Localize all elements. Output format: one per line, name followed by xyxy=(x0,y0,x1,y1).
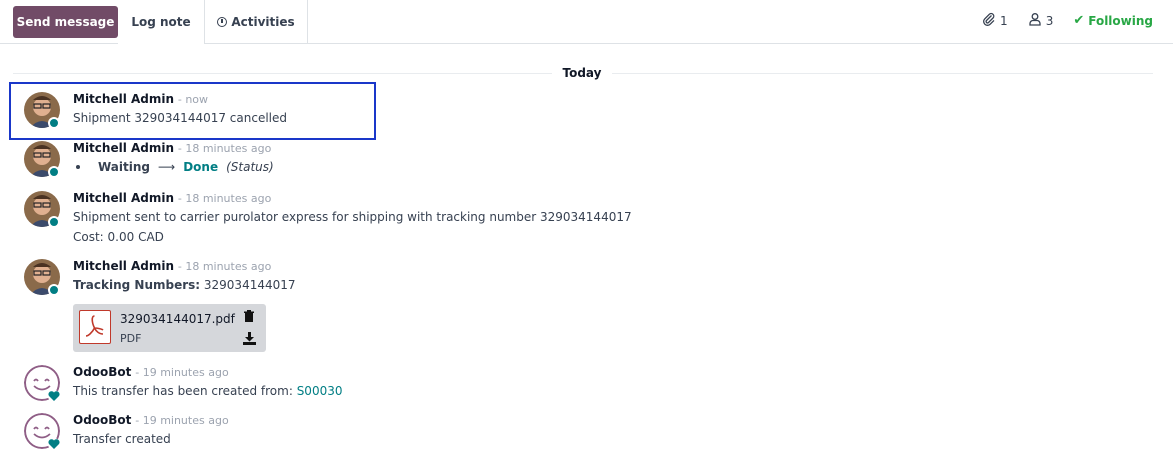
user-icon xyxy=(1028,12,1042,29)
followers-count: 3 xyxy=(1045,13,1054,28)
message-time: - 18 minutes ago xyxy=(177,192,272,205)
online-status-indicator xyxy=(48,216,60,228)
message-author[interactable]: OdooBot xyxy=(73,365,131,379)
message-text: Transfer created xyxy=(73,432,171,446)
online-status-indicator xyxy=(48,284,60,296)
message-text-cost: Cost: 0.00 CAD xyxy=(73,230,164,244)
chatter-topbar: Send message Log note Activities 1 3 ✔ F… xyxy=(0,0,1173,44)
attachments-count: 1 xyxy=(1000,13,1008,28)
clock-icon xyxy=(217,17,228,27)
tracking-new-value: Done xyxy=(183,160,219,174)
tracking-numbers-label: Tracking Numbers: xyxy=(73,278,201,292)
paperclip-icon xyxy=(982,12,996,29)
tracking-value-change: Waiting ⟶ Done (Status) xyxy=(73,160,913,174)
activities-label: Activities xyxy=(231,15,295,29)
message-item: OdooBot - 19 minutes ago Transfer create… xyxy=(24,413,924,453)
followers-button[interactable]: 3 xyxy=(1028,12,1054,29)
following-button[interactable]: ✔ Following xyxy=(1073,13,1153,28)
online-status-indicator xyxy=(48,117,60,129)
tracking-old-value: Waiting xyxy=(98,160,151,174)
message-time: - 19 minutes ago xyxy=(135,366,229,379)
message-item: Mitchell Admin - now Shipment 3290341440… xyxy=(24,92,924,132)
message-time: - 19 minutes ago xyxy=(135,414,229,427)
message-time: - 18 minutes ago xyxy=(177,142,272,155)
heart-icon xyxy=(48,390,60,402)
download-icon[interactable] xyxy=(243,332,257,346)
message-author[interactable]: Mitchell Admin xyxy=(73,141,174,155)
message-item: Mitchell Admin - 18 minutes ago Tracking… xyxy=(24,259,924,354)
message-time: - 18 minutes ago xyxy=(177,260,272,273)
message-author[interactable]: Mitchell Admin xyxy=(73,259,174,273)
online-status-indicator xyxy=(48,166,60,178)
day-separator-label: Today xyxy=(552,66,612,80)
message-text: This transfer has been created from: S00… xyxy=(73,384,913,398)
source-order-link[interactable]: S00030 xyxy=(297,384,343,398)
send-message-button[interactable]: Send message xyxy=(13,6,118,38)
activities-tab[interactable]: Activities xyxy=(204,0,308,44)
log-note-tab[interactable]: Log note xyxy=(118,0,204,44)
bullet xyxy=(76,165,80,169)
attachments-button[interactable]: 1 xyxy=(982,12,1008,29)
tracking-field-name: (Status) xyxy=(226,160,274,174)
attachment-name[interactable]: 329034144017.pdf xyxy=(120,312,235,326)
message-author[interactable]: OdooBot xyxy=(73,413,131,427)
message-item: Mitchell Admin - 18 minutes ago Waiting … xyxy=(24,141,924,181)
message-item: Mitchell Admin - 18 minutes ago Shipment… xyxy=(24,191,924,249)
pdf-file-icon xyxy=(79,310,111,344)
message-author[interactable]: Mitchell Admin xyxy=(73,191,174,205)
following-label: Following xyxy=(1088,13,1153,28)
attachment-card[interactable]: 329034144017.pdf PDF xyxy=(73,304,266,352)
message-text: Shipment sent to carrier purolator expre… xyxy=(73,210,632,224)
message-text: Shipment 329034144017 cancelled xyxy=(73,111,288,125)
message-item: OdooBot - 19 minutes ago This transfer h… xyxy=(24,365,924,405)
arrow-right-icon: ⟶ xyxy=(158,160,176,174)
attachment-type: PDF xyxy=(120,332,142,345)
heart-icon xyxy=(48,438,60,450)
message-time: - now xyxy=(177,93,209,106)
message-text-body: This transfer has been created from: xyxy=(73,384,297,398)
chatter-right-tools: 1 3 ✔ Following xyxy=(982,12,1153,29)
message-author[interactable]: Mitchell Admin xyxy=(73,92,174,106)
tracking-numbers-value: 329034144017 xyxy=(200,278,296,292)
trash-icon[interactable] xyxy=(243,310,257,324)
message-text: Tracking Numbers: 329034144017 xyxy=(73,278,913,292)
check-icon: ✔ xyxy=(1073,13,1085,28)
